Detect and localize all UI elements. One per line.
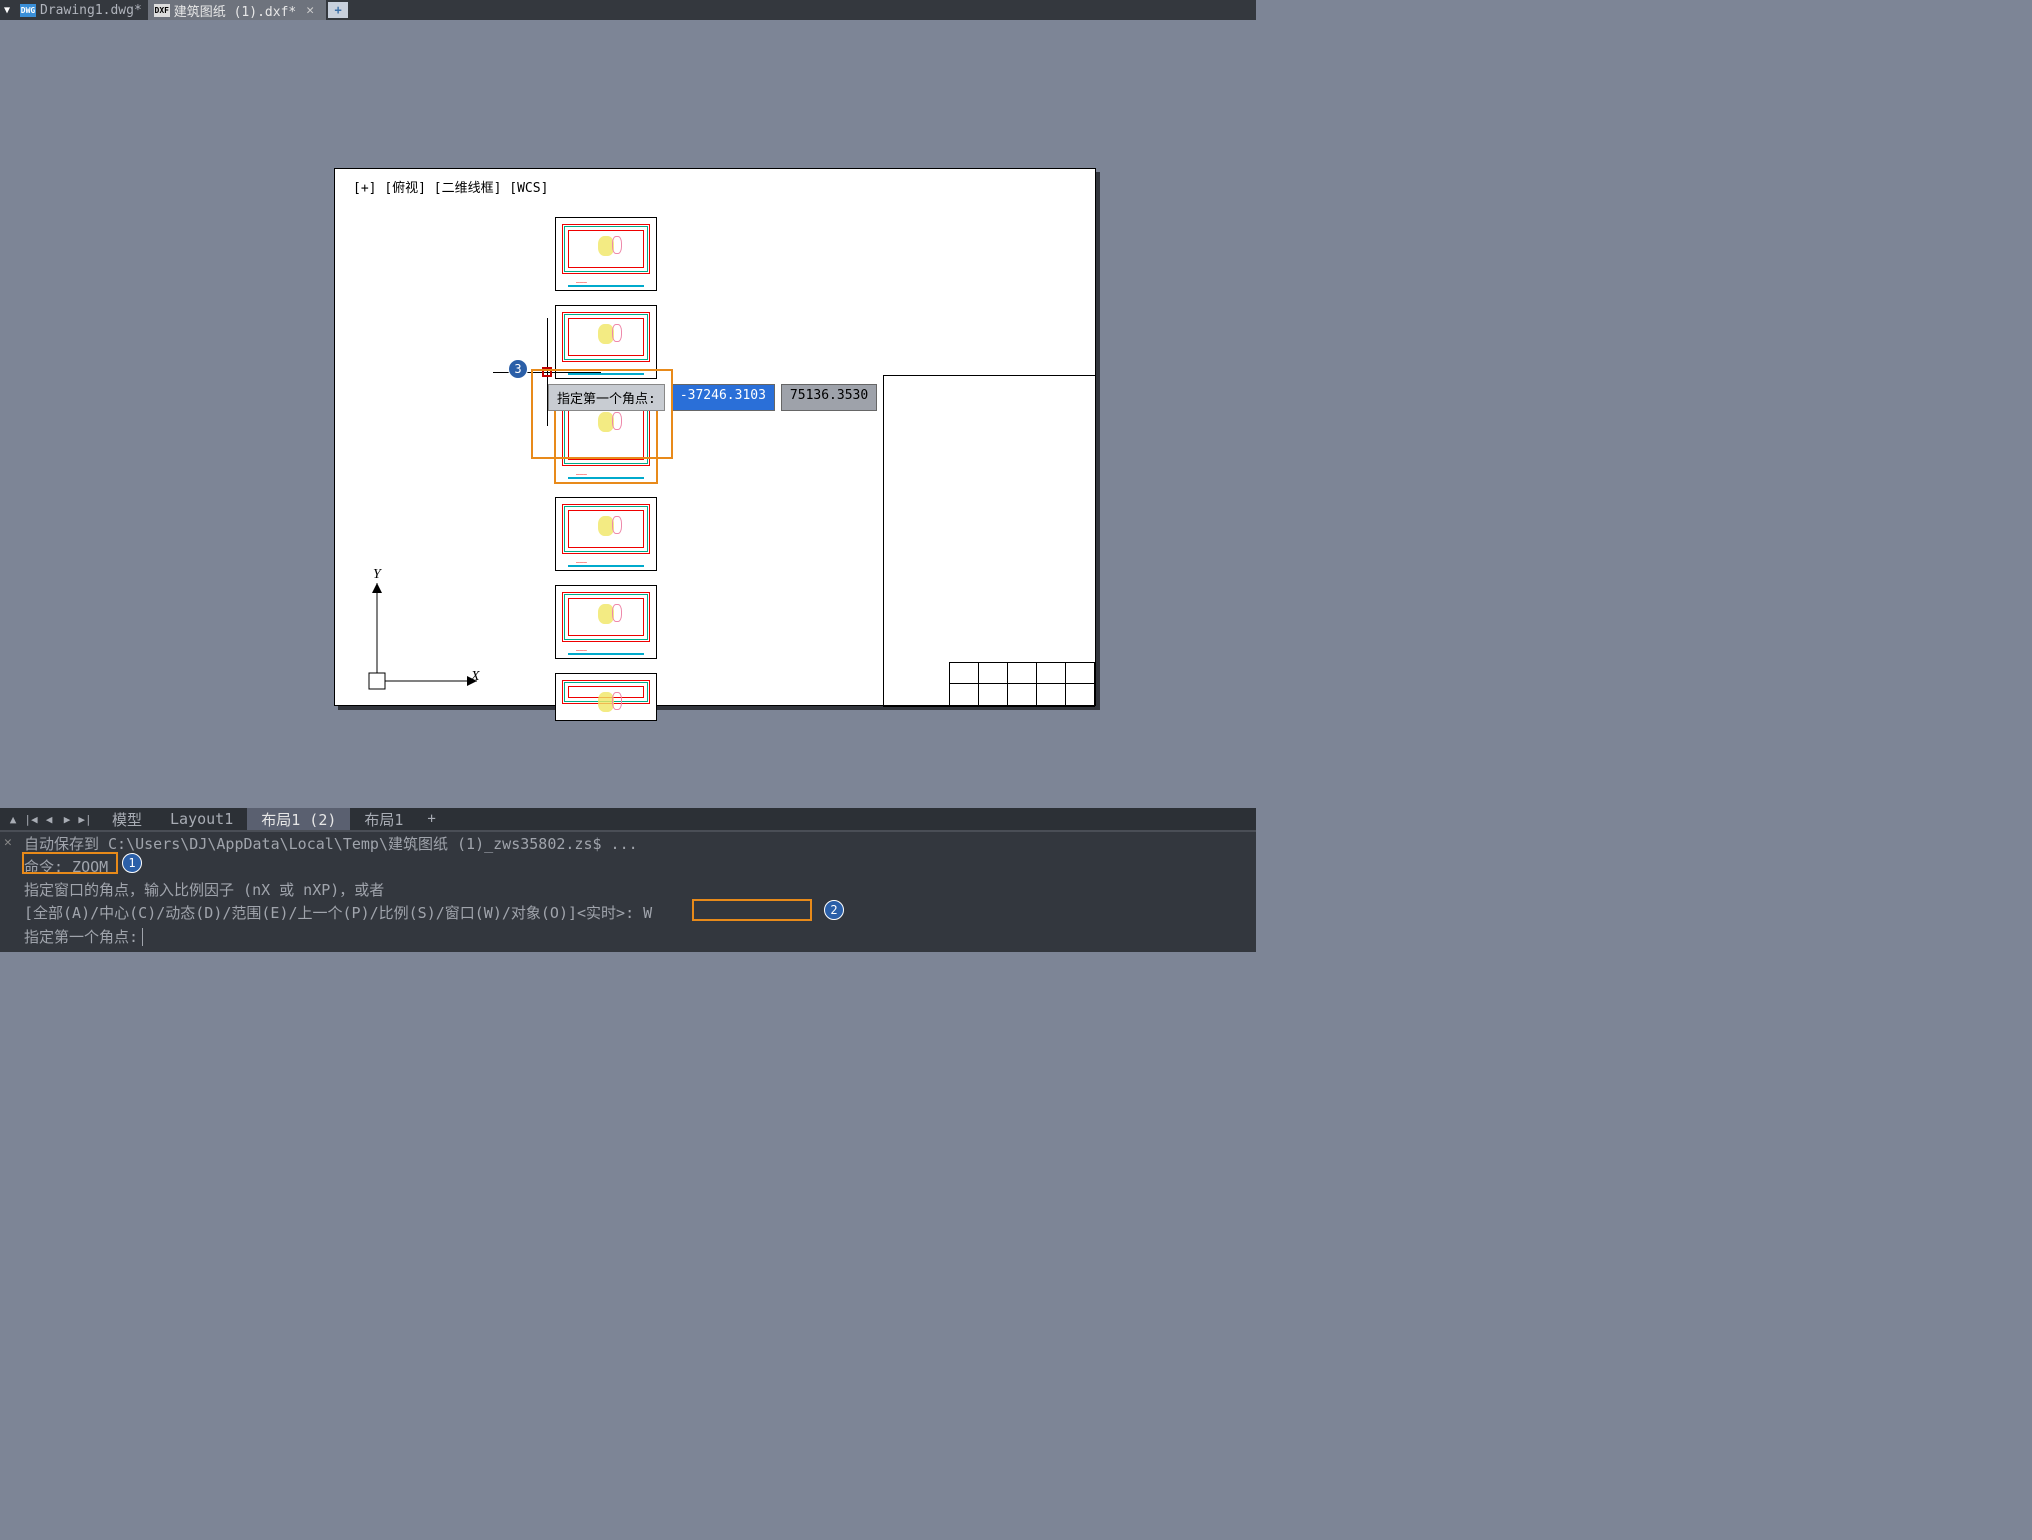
viewport-view[interactable]: [俯视] [384,181,426,196]
drawing-canvas[interactable]: [+] [俯视] [二维线框] [WCS] ——— ——— ——— [0,20,1256,808]
selection-rectangle [531,369,673,459]
ucs-y-label: Y [373,567,381,583]
title-block-frame [883,375,1095,707]
layout-tab-layout1[interactable]: Layout1 [156,809,247,829]
nav-next-icon[interactable]: ▶ [58,810,76,828]
nav-first-icon[interactable]: |◀ [22,810,40,828]
cmd-prompt: 指定第一个角点: [24,926,138,947]
annotation-badge-2: 2 [824,900,844,920]
floor-plan-thumb: ——— [555,217,657,291]
layout-tab-buju1[interactable]: 布局1 [350,808,417,831]
viewport-style[interactable]: [二维线框] [434,181,502,196]
doc-tab-drawing1[interactable]: DWG Drawing1.dwg* [14,0,148,20]
nav-last-icon[interactable]: ▶| [76,810,94,828]
cmd-history-line: 指定窗口的角点，输入比例因子 (nX 或 nXP)，或者 [0,878,1256,901]
tab-label: 建筑图纸 (1).dxf* [174,1,296,20]
floor-plan-thumb [555,673,657,721]
nav-up-icon[interactable]: ▲ [4,810,22,828]
tab-label: Drawing1.dwg* [40,3,142,18]
layout-tab-model[interactable]: 模型 [98,808,156,831]
layout-tab-active[interactable]: 布局1 (2) [247,808,350,831]
document-tab-bar: ▼ DWG Drawing1.dwg* DXF 建筑图纸 (1).dxf* ✕ … [0,0,1256,20]
close-icon[interactable]: ✕ [300,3,320,18]
cmd-history-line: 命令: ZOOM [0,855,1256,878]
viewport-plus[interactable]: [+] [353,181,376,196]
annotation-badge-3: 3 [508,359,528,379]
ucs-icon [367,573,487,693]
viewport-controls: [+] [俯视] [二维线框] [WCS] [353,177,548,196]
dwg-icon: DWG [20,4,36,17]
layout-nav-buttons: ▲ |◀ ◀ ▶ ▶| [0,810,98,828]
floor-plan-thumb: ——— [555,585,657,659]
annotation-badge-1: 1 [122,853,142,873]
floor-plan-thumb: ——— [555,497,657,571]
annotation-rect-2 [692,899,812,921]
cmd-history-line: [全部(A)/中心(C)/动态(D)/范围(E)/上一个(P)/比例(S)/窗口… [0,901,1256,924]
floor-plan-thumb: ——— [555,305,657,379]
nav-prev-icon[interactable]: ◀ [40,810,58,828]
dxf-icon: DXF [154,4,170,17]
ucs-x-label: X [471,669,480,685]
paper-space: [+] [俯视] [二维线框] [WCS] ——— ——— ——— [334,168,1096,706]
tab-list-dropdown[interactable]: ▼ [0,5,14,16]
layout-tab-bar: ▲ |◀ ◀ ▶ ▶| 模型 Layout1 布局1 (2) 布局1 + [0,808,1256,830]
title-block-grid [949,662,1095,706]
annotation-rect-1 [22,852,118,874]
cmd-history-line: 自动保存到 C:\Users\DJ\AppData\Local\Temp\建筑图… [0,832,1256,855]
new-tab-button[interactable]: + [328,2,348,18]
viewport-wcs[interactable]: [WCS] [509,181,548,196]
command-input[interactable] [142,928,1248,946]
drawing-thumbnails: ——— ——— ——— ——— ——— [555,217,657,721]
tooltip-y-value[interactable]: 75136.3530 [781,384,877,411]
tooltip-x-value[interactable]: -37246.3103 [671,384,775,411]
add-layout-button[interactable]: + [417,811,445,827]
command-panel: ✕ 自动保存到 C:\Users\DJ\AppData\Local\Temp\建… [0,830,1256,952]
doc-tab-dxf[interactable]: DXF 建筑图纸 (1).dxf* ✕ [148,0,326,20]
cmd-input-row: 指定第一个角点: [0,924,1256,949]
